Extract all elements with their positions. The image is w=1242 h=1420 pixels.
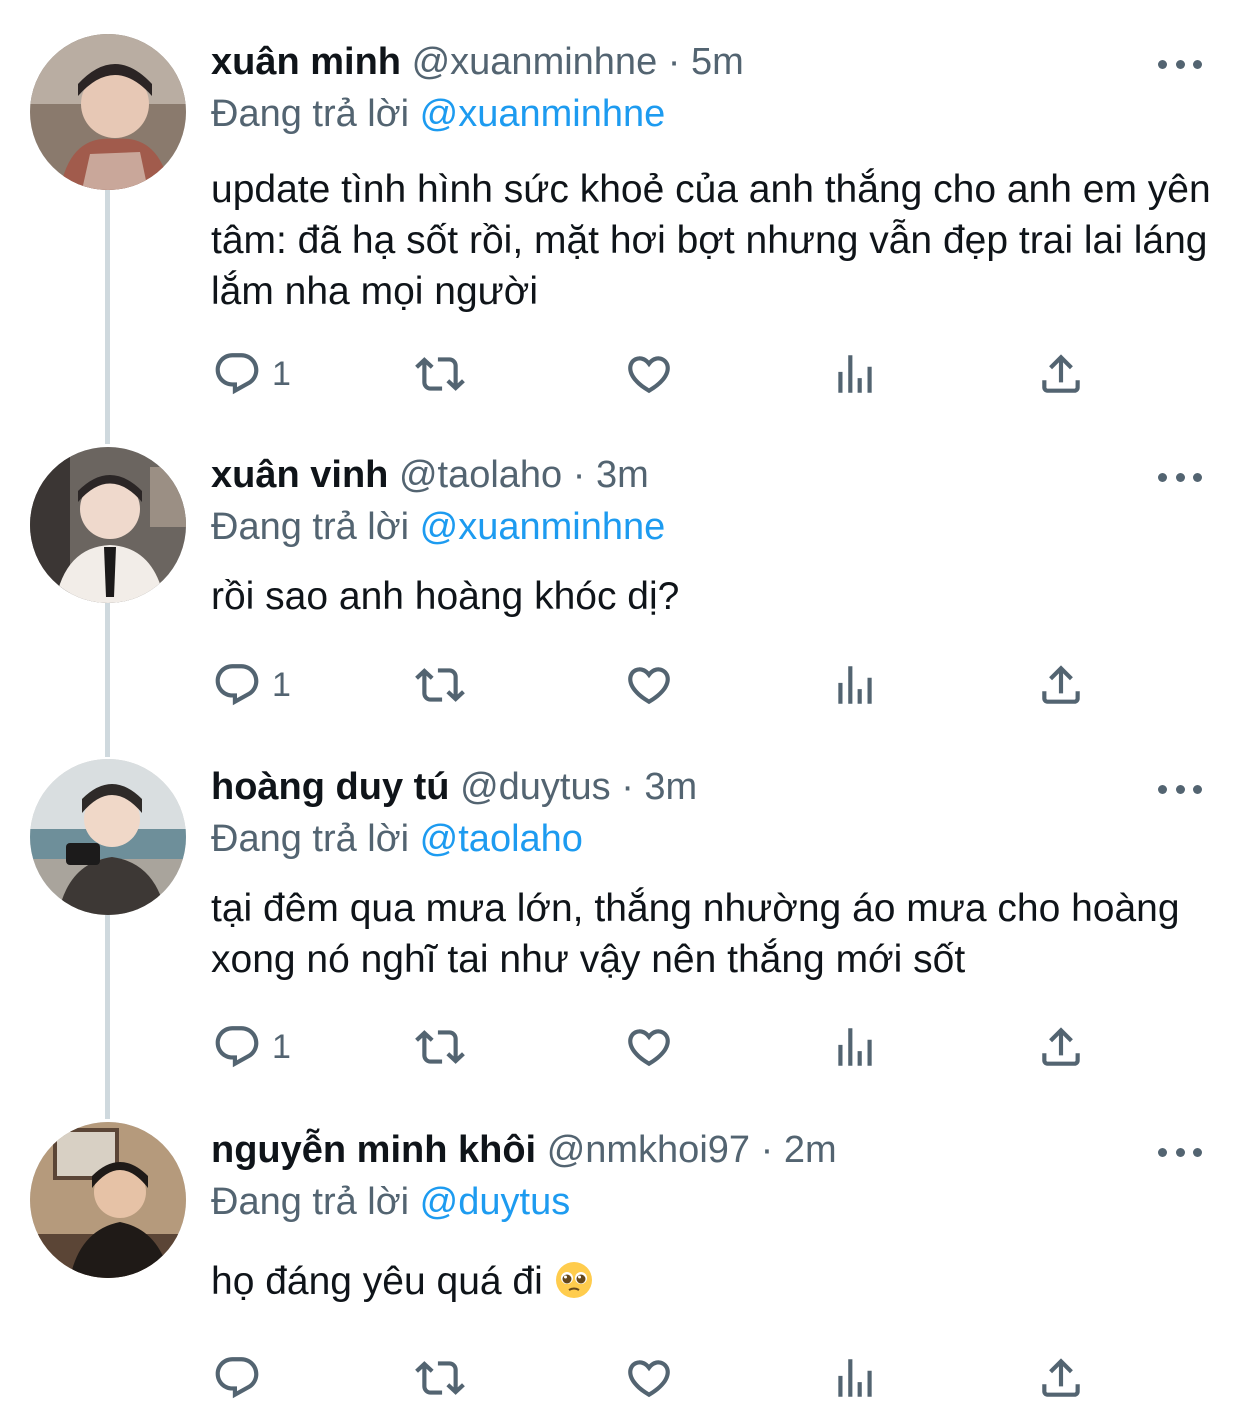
display-name[interactable]: nguyễn minh khôi xyxy=(211,1129,536,1171)
tweet-text-wrapper: họ đáng yêu quá đi xyxy=(211,1256,1211,1307)
heart-icon xyxy=(628,356,670,394)
avatar-image xyxy=(30,34,186,190)
share-button[interactable] xyxy=(1036,344,1086,404)
heart-icon xyxy=(628,1029,670,1067)
reply-icon xyxy=(215,1357,259,1399)
avatar-image xyxy=(30,447,186,603)
more-icon[interactable] xyxy=(1158,471,1202,483)
replying-to: Đang trả lời @duytus xyxy=(211,1178,570,1226)
retweet-button[interactable] xyxy=(415,1017,465,1077)
separator-dot: · xyxy=(621,766,634,808)
separator-dot: · xyxy=(572,454,586,496)
retweet-button[interactable] xyxy=(415,1348,465,1408)
replying-prefix: Đang trả lời xyxy=(211,818,410,860)
views-button[interactable] xyxy=(830,655,880,715)
like-button[interactable] xyxy=(624,1348,674,1408)
username[interactable]: @duytus xyxy=(460,766,611,808)
share-icon xyxy=(1042,1027,1080,1066)
thread-line xyxy=(105,190,110,444)
retweet-button[interactable] xyxy=(415,655,465,715)
replying-prefix: Đang trả lời xyxy=(211,1181,410,1223)
reply-button[interactable] xyxy=(212,1348,272,1408)
share-button[interactable] xyxy=(1036,1017,1086,1077)
replying-to-link[interactable]: @xuanminhne xyxy=(420,93,666,135)
views-icon xyxy=(838,1359,872,1397)
replying-to: Đang trả lời @xuanminhne xyxy=(211,90,665,138)
share-icon xyxy=(1042,354,1080,393)
views-button[interactable] xyxy=(830,1348,880,1408)
tweet-header: nguyễn minh khôi @nmkhoi97 · 2m xyxy=(211,1126,837,1174)
share-icon xyxy=(1042,665,1080,704)
replying-to: Đang trả lời @xuanminhne xyxy=(211,503,665,551)
replying-prefix: Đang trả lời xyxy=(211,506,410,548)
action-bar: 1 xyxy=(0,1017,1242,1077)
replying-prefix: Đang trả lời xyxy=(211,93,410,135)
timestamp[interactable]: 3m xyxy=(644,766,697,808)
views-icon xyxy=(838,355,872,393)
tweet-header: hoàng duy tú @duytus · 3m xyxy=(211,763,697,811)
username[interactable]: @xuanminhne xyxy=(412,41,658,83)
pleading-face-emoji xyxy=(555,1262,592,1298)
replying-to-link[interactable]: @xuanminhne xyxy=(420,506,666,548)
tweet-header: xuân minh @xuanminhne · 5m xyxy=(211,38,744,86)
action-bar xyxy=(0,1348,1242,1408)
more-icon[interactable] xyxy=(1158,1146,1202,1158)
share-button[interactable] xyxy=(1036,1348,1086,1408)
heart-icon xyxy=(628,1360,670,1398)
avatar[interactable] xyxy=(30,1122,186,1278)
display-name[interactable]: xuân vinh xyxy=(211,454,388,496)
share-button[interactable] xyxy=(1036,655,1086,715)
display-name[interactable]: xuân minh xyxy=(211,41,401,83)
reply-button[interactable]: 1 xyxy=(212,344,291,404)
separator-dot: · xyxy=(667,41,681,83)
reply-icon xyxy=(215,664,259,706)
retweet-icon xyxy=(415,1361,465,1395)
action-bar: 1 xyxy=(0,344,1242,404)
tweet-text: update tình hình sức khoẻ của anh thắng … xyxy=(211,168,1211,313)
views-button[interactable] xyxy=(830,344,880,404)
timestamp[interactable]: 5m xyxy=(691,41,744,83)
more-icon[interactable] xyxy=(1158,58,1202,70)
avatar[interactable] xyxy=(30,34,186,190)
avatar[interactable] xyxy=(30,447,186,603)
tweet-text: tại đêm qua mưa lớn, thắng nhường áo mưa… xyxy=(211,887,1180,981)
separator-dot: · xyxy=(760,1129,774,1171)
reply-count: 1 xyxy=(272,665,291,704)
retweet-icon xyxy=(415,668,465,702)
like-button[interactable] xyxy=(624,655,674,715)
views-icon xyxy=(838,666,872,704)
avatar-image xyxy=(30,1122,186,1278)
reply-count: 1 xyxy=(272,1027,291,1066)
display-name[interactable]: hoàng duy tú xyxy=(211,766,450,808)
reply-button[interactable]: 1 xyxy=(212,655,291,715)
username[interactable]: @nmkhoi97 xyxy=(547,1129,750,1171)
replying-to: Đang trả lời @taolaho xyxy=(211,815,583,863)
replying-to-link[interactable]: @taolaho xyxy=(420,818,583,860)
more-icon[interactable] xyxy=(1158,783,1202,795)
reply-icon xyxy=(215,353,259,395)
share-icon xyxy=(1042,1358,1080,1397)
retweet-icon xyxy=(415,357,465,391)
timestamp[interactable]: 2m xyxy=(784,1129,837,1171)
tweet-text: họ đáng yêu quá đi xyxy=(211,1260,543,1303)
like-button[interactable] xyxy=(624,344,674,404)
username[interactable]: @taolaho xyxy=(399,454,562,496)
tweet-header: xuân vinh @taolaho · 3m xyxy=(211,451,649,499)
timestamp[interactable]: 3m xyxy=(596,454,649,496)
reply-button[interactable]: 1 xyxy=(212,1017,291,1077)
replying-to-link[interactable]: @duytus xyxy=(420,1181,571,1223)
action-bar: 1 xyxy=(0,655,1242,715)
retweet-icon xyxy=(415,1030,465,1064)
reply-icon xyxy=(215,1026,259,1068)
reply-count: 1 xyxy=(272,354,291,393)
views-button[interactable] xyxy=(830,1017,880,1077)
like-button[interactable] xyxy=(624,1017,674,1077)
avatar-image xyxy=(30,759,186,915)
tweet-text: rồi sao anh hoàng khóc dị? xyxy=(211,575,680,618)
heart-icon xyxy=(628,667,670,705)
views-icon xyxy=(838,1028,872,1066)
avatar[interactable] xyxy=(30,759,186,915)
retweet-button[interactable] xyxy=(415,344,465,404)
